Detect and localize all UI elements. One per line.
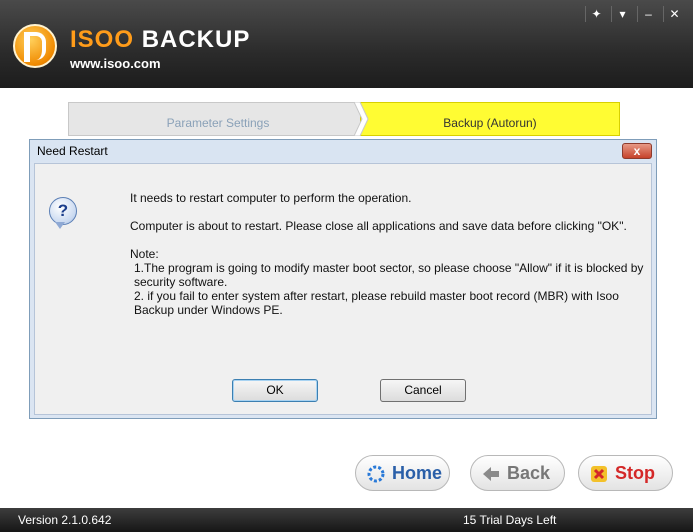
dialog-title: Need Restart xyxy=(37,144,108,158)
ok-button[interactable]: OK xyxy=(232,379,318,402)
tab-parameter-settings[interactable]: Parameter Settings xyxy=(68,102,368,136)
window-controls: ✦ ▾ – ✕ xyxy=(585,6,685,22)
back-arrow-icon xyxy=(483,467,499,481)
tab-backup-autorun[interactable]: Backup (Autorun) xyxy=(360,102,620,136)
close-icon[interactable]: ✕ xyxy=(663,6,685,22)
home-icon xyxy=(367,465,385,483)
home-label: Home xyxy=(392,463,443,483)
home-button[interactable]: Home xyxy=(355,455,450,491)
stop-button[interactable]: Stop xyxy=(578,455,673,491)
trial-days-text: 15 Trial Days Left xyxy=(463,513,557,527)
note-2: 2. if you fail to enter system after res… xyxy=(134,289,619,317)
status-bar: Version 2.1.0.642 15 Trial Days Left xyxy=(0,508,693,532)
isoo-logo-icon xyxy=(13,24,57,68)
tab-arrow-icon xyxy=(354,102,369,136)
dialog-titlebar[interactable]: Need Restart x xyxy=(30,140,656,162)
app-header: ISOO BACKUP www.isoo.com ✦ ▾ – ✕ xyxy=(0,0,693,88)
brand-url: www.isoo.com xyxy=(70,56,161,71)
back-label: Back xyxy=(507,463,551,483)
note-1: 1.The program is going to modify master … xyxy=(134,261,644,289)
version-text: Version 2.1.0.642 xyxy=(18,513,112,527)
dialog-close-button[interactable]: x xyxy=(622,143,652,159)
message-line-1: It needs to restart computer to perform … xyxy=(130,191,412,205)
cancel-button[interactable]: Cancel xyxy=(380,379,466,402)
need-restart-dialog: Need Restart x ? It needs to restart com… xyxy=(29,139,657,419)
back-button[interactable]: Back xyxy=(470,455,565,491)
question-icon-tail xyxy=(55,222,65,229)
question-icon: ? xyxy=(49,197,77,225)
minimize-icon[interactable]: – xyxy=(637,6,659,22)
menu-icon[interactable]: ▾ xyxy=(611,6,633,22)
step-tabs: Parameter Settings Backup (Autorun) xyxy=(68,102,620,136)
note-label: Note: xyxy=(130,247,159,261)
stop-icon xyxy=(591,466,607,482)
pin-icon[interactable]: ✦ xyxy=(585,6,607,22)
brand-name: ISOO BACKUP xyxy=(70,26,251,53)
stop-label: Stop xyxy=(615,463,655,483)
dialog-body: ? It needs to restart computer to perfor… xyxy=(34,163,652,415)
message-line-2: Computer is about to restart. Please clo… xyxy=(130,219,627,233)
